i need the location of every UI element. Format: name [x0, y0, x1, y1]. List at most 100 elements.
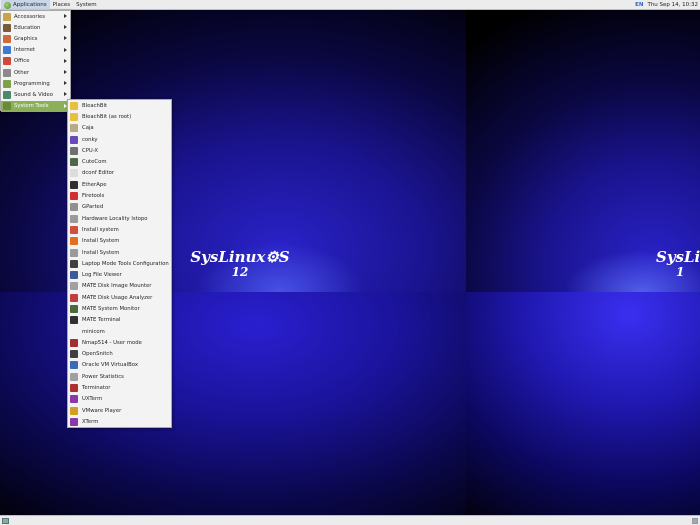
panel-tray: EN Thu Sep 14, 10:32 [635, 0, 698, 10]
wallpaper-logo-second-monitor: SysLi 1 [656, 250, 700, 279]
menu-item-log-file-viewer[interactable]: Log File Viewer [68, 269, 171, 280]
office-icon [3, 57, 11, 66]
menu-item-system-tools[interactable]: System Tools [1, 100, 70, 112]
menu-item-caja[interactable]: Caja [68, 123, 171, 134]
menu-item-label: Office [14, 58, 30, 65]
menu-item-programming[interactable]: Programming [1, 78, 70, 89]
gear-icon: ⚙ [265, 248, 279, 266]
menu-item-label: CuteCom [82, 159, 107, 166]
menu-item-accessories[interactable]: Accessories [1, 11, 70, 22]
menu-item-education[interactable]: Education [1, 22, 70, 33]
menu-item-cpu-x[interactable]: CPU-X [68, 145, 171, 156]
uxterm-icon [70, 395, 78, 404]
install-system-alt2-icon [70, 248, 78, 257]
menu-item-other[interactable]: Other [1, 67, 70, 78]
menu-item-label: MATE Disk Image Mounter [82, 283, 152, 290]
top-panel: Applications Places System EN Thu Sep 14… [0, 0, 700, 10]
menu-item-label: Oracle VM VirtualBox [82, 362, 138, 369]
menu-item-label: EtherApe [82, 181, 107, 188]
logo-version: 12 [231, 265, 249, 279]
menu-item-label: Internet [14, 47, 36, 54]
places-menu[interactable]: Places [50, 0, 74, 10]
menu-item-bleachbit-as-root-[interactable]: BleachBit (as root) [68, 111, 171, 122]
bottom-panel [0, 515, 700, 525]
menu-item-label: Firetools [82, 193, 105, 200]
menu-item-opensnitch[interactable]: OpenSnitch [68, 349, 171, 360]
workspace-switcher[interactable] [692, 518, 698, 524]
menu-item-xterm[interactable]: XTerm [68, 416, 171, 427]
menu-item-install-system[interactable]: Install System [68, 247, 171, 258]
disk-usage-analyzer-icon [70, 293, 78, 302]
menu-item-laptop-mode-tools-configuration[interactable]: Laptop Mode Tools Configuration [68, 258, 171, 269]
system-tools-submenu: BleachBit BleachBit (as root) Caja conky CPU… [67, 99, 172, 428]
menu-item-bleachbit[interactable]: BleachBit [68, 100, 171, 111]
menu-item-label: MATE Disk Usage Analyzer [82, 294, 153, 301]
menu-item-sound-video[interactable]: Sound & Video [1, 89, 70, 100]
menu-item-label: minicom [82, 328, 105, 335]
disk-image-mounter-icon [70, 282, 78, 291]
menu-item-firetools[interactable]: Firetools [68, 190, 171, 201]
menu-item-label: Programming [14, 80, 50, 87]
menu-item-label: Nmap514 - User mode [82, 339, 142, 346]
menu-item-power-statistics[interactable]: Power Statistics [68, 371, 171, 382]
submenu-arrow-icon [64, 81, 67, 86]
workspace-1[interactable] [692, 518, 698, 524]
menu-item-mate-disk-usage-analyzer[interactable]: MATE Disk Usage Analyzer [68, 292, 171, 303]
keyboard-layout-indicator[interactable]: EN [635, 2, 643, 8]
menu-item-cutecom[interactable]: CuteCom [68, 156, 171, 167]
menu-item-conky[interactable]: conky [68, 134, 171, 145]
applications-menu[interactable]: Applications [1, 0, 50, 10]
graphics-icon [3, 34, 11, 43]
cpu-x-icon [70, 146, 78, 155]
menu-item-install-system[interactable]: Install system [68, 224, 171, 235]
submenu-arrow-icon [64, 14, 67, 18]
menu-item-label: GParted [82, 204, 104, 211]
menu-item-oracle-vm-virtualbox[interactable]: Oracle VM VirtualBox [68, 360, 171, 371]
menu-item-nmap514-user-mode[interactable]: Nmap514 - User mode [68, 337, 171, 348]
submenu-arrow-icon [64, 47, 67, 52]
system-menu[interactable]: System [73, 0, 100, 10]
applications-label: Applications [13, 2, 47, 8]
sound-video-icon [3, 90, 11, 99]
minicom-icon [70, 328, 78, 336]
menu-item-mate-system-monitor[interactable]: MATE System Monitor [68, 303, 171, 314]
menu-item-label: OpenSnitch [82, 351, 113, 358]
menu-item-dconf-editor[interactable]: dconf Editor [68, 168, 171, 179]
opensnitch-icon [70, 350, 78, 359]
system-tools-icon [3, 102, 11, 111]
menu-item-etherape[interactable]: EtherApe [68, 179, 171, 190]
menu-item-internet[interactable]: Internet [1, 45, 70, 56]
show-desktop-button[interactable] [2, 518, 9, 524]
menu-item-mate-terminal[interactable]: MATE Terminal [68, 315, 171, 326]
menu-item-label: System Tools [14, 103, 49, 110]
menu-item-hardware-locality-lstopo[interactable]: Hardware Locality lstopo [68, 213, 171, 224]
lstopo-icon [70, 214, 78, 223]
logo-text: SysLinux [190, 248, 266, 266]
menu-item-label: MATE Terminal [82, 317, 121, 324]
menu-item-uxterm[interactable]: UXTerm [68, 394, 171, 405]
clock[interactable]: Thu Sep 14, 10:32 [647, 2, 698, 8]
menu-item-label: Install system [82, 226, 119, 233]
menu-item-gparted[interactable]: GParted [68, 202, 171, 213]
menu-item-minicom[interactable]: minicom [68, 326, 171, 337]
menu-item-label: Log File Viewer [82, 272, 122, 279]
log-viewer-icon [70, 271, 78, 280]
menu-item-label: MATE System Monitor [82, 305, 140, 312]
internet-icon [3, 46, 11, 55]
menu-item-office[interactable]: Office [1, 56, 70, 67]
menu-item-vmware-player[interactable]: VMware Player [68, 405, 171, 416]
caja-icon [70, 124, 78, 133]
xterm-icon [70, 417, 78, 426]
menu-item-graphics[interactable]: Graphics [1, 33, 70, 44]
menu-item-terminator[interactable]: Terminator [68, 382, 171, 393]
vmware-player-icon [70, 406, 78, 415]
menu-item-label: Install System [82, 249, 120, 256]
menu-item-label: Accessories [14, 13, 46, 20]
system-monitor-icon [70, 304, 78, 313]
dconf-editor-icon [70, 169, 78, 178]
menu-item-install-system[interactable]: Install System [68, 236, 171, 247]
menu-item-label: CPU-X [82, 147, 99, 154]
education-icon [3, 23, 11, 32]
menu-item-mate-disk-image-mounter[interactable]: MATE Disk Image Mounter [68, 281, 171, 292]
wallpaper-logo: SysLinux⚙S 12 [190, 248, 290, 279]
